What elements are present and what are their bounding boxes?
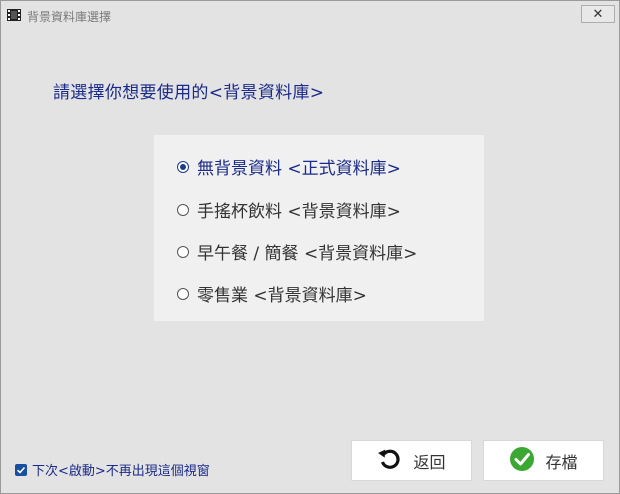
option-brunch[interactable]: 早午餐 / 簡餐 <背景資料庫> bbox=[177, 239, 417, 264]
dont-show-again-label: 下次<啟動>不再出現這個視窗 bbox=[32, 464, 210, 479]
back-button[interactable]: 返回 bbox=[351, 440, 472, 481]
radio-icon[interactable] bbox=[177, 245, 189, 258]
film-app-icon bbox=[6, 7, 22, 23]
dont-show-again-row[interactable]: 下次<啟動>不再出現這個視窗 bbox=[15, 460, 210, 479]
option-label: 零售業 <背景資料庫> bbox=[197, 286, 367, 306]
option-label: 手搖杯飲料 <背景資料庫> bbox=[197, 202, 401, 222]
checkbox-checked-icon[interactable] bbox=[15, 463, 27, 476]
window-title: 背景資料庫選擇 bbox=[27, 10, 112, 24]
database-options-panel: 無背景資料 <正式資料庫> 手搖杯飲料 <背景資料庫> 早午餐 / 簡餐 <背景… bbox=[154, 135, 484, 321]
prompt-text: 請選擇你想要使用的<背景資料庫> bbox=[53, 83, 325, 103]
dialog-window: 背景資料庫選擇 ✕ 請選擇你想要使用的<背景資料庫> 無背景資料 <正式資料庫>… bbox=[0, 0, 620, 494]
radio-icon[interactable] bbox=[177, 287, 189, 300]
undo-arrow-icon bbox=[377, 446, 403, 476]
save-button[interactable]: 存檔 bbox=[483, 440, 604, 481]
radio-icon[interactable] bbox=[177, 203, 189, 216]
option-label: 無背景資料 <正式資料庫> bbox=[197, 159, 401, 179]
option-no-background[interactable]: 無背景資料 <正式資料庫> bbox=[177, 154, 401, 179]
close-button[interactable]: ✕ bbox=[581, 5, 615, 23]
checkmark-icon bbox=[509, 446, 535, 476]
save-button-label: 存檔 bbox=[545, 452, 578, 472]
radio-selected-icon[interactable] bbox=[177, 160, 189, 173]
close-icon: ✕ bbox=[592, 6, 604, 22]
option-bubble-tea[interactable]: 手搖杯飲料 <背景資料庫> bbox=[177, 197, 401, 222]
back-button-label: 返回 bbox=[413, 452, 446, 472]
option-retail[interactable]: 零售業 <背景資料庫> bbox=[177, 281, 367, 306]
option-label: 早午餐 / 簡餐 <背景資料庫> bbox=[197, 244, 418, 264]
title-bar: 背景資料庫選擇 ✕ bbox=[1, 1, 619, 30]
